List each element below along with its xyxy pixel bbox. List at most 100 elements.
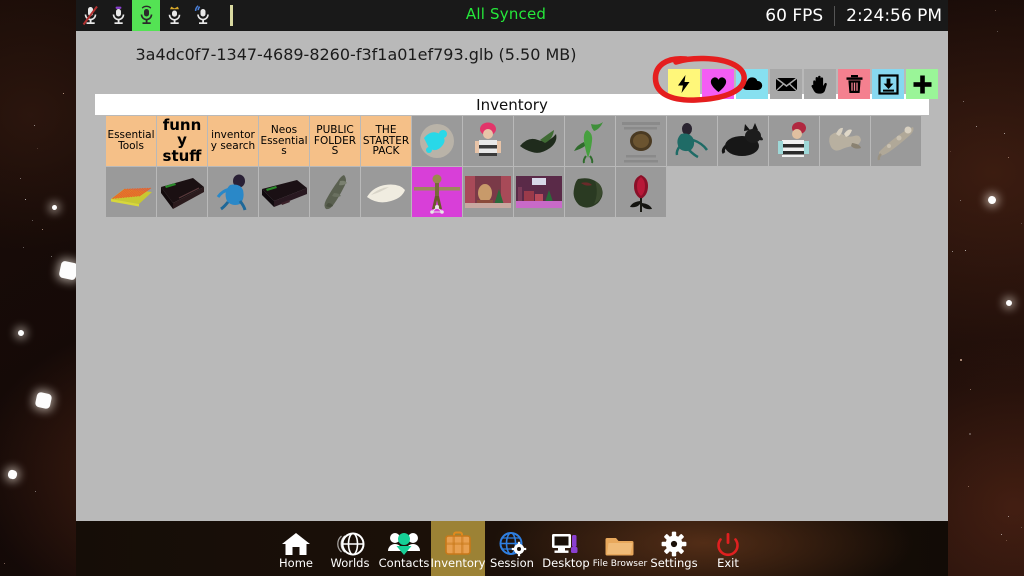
nav-item-session[interactable]: Session [485,521,539,576]
inventory-folder[interactable]: funny stuff [157,116,207,166]
inventory-folder-label: funny stuff [162,116,202,165]
nav-label-file-browser: File Browser [592,558,648,569]
inventory-item[interactable] [718,116,768,166]
globe-cyan-thumbnail [412,116,462,166]
inventory-item[interactable] [157,167,207,217]
inventory-folder[interactable]: Neos Essentials [259,116,309,166]
topbar-right-group: 60 FPS 2:24:56 PM [765,0,942,31]
inventory-folder[interactable]: Essential Tools [106,116,156,166]
app-root: All Synced 60 FPS 2:24:56 PM 3a4dc0f7-13… [0,0,1024,576]
action-toolbar [668,69,938,99]
nav-item-desktop[interactable]: Desktop [539,521,593,576]
nav-label-settings: Settings [650,556,698,571]
inventory-panel: 3a4dc0f7-1347-4689-8260-f3f1a01ef793.glb… [76,31,948,521]
cloud-button[interactable] [736,69,768,99]
download-icon [877,73,899,95]
envelope-icon [775,76,797,91]
room-scene-a-thumbnail [463,167,513,217]
gray-rifle-thumbnail [310,167,360,217]
inventory-item[interactable] [310,167,360,217]
inventory-item[interactable] [616,167,666,217]
mic-muted-icon [82,5,98,26]
inventory-item[interactable] [514,167,564,217]
top-status-bar: All Synced 60 FPS 2:24:56 PM [76,0,948,31]
cloud-icon [741,77,762,90]
coin-badge-thumbnail [616,116,666,166]
nav-label-worlds: Worlds [330,556,370,571]
inventory-folder[interactable]: PUBLIC FOLDERS [310,116,360,166]
inventory-item[interactable] [616,116,666,166]
white-blob-thumbnail [361,167,411,217]
power-icon [713,527,743,557]
inventory-folder-label: inventory search [210,129,256,152]
favorite-button[interactable] [702,69,734,99]
nav-item-worlds[interactable]: Worlds [323,521,377,576]
inventory-folder[interactable]: inventory search [208,116,258,166]
nav-item-home[interactable]: Home [269,521,323,576]
inventory-item[interactable] [412,167,462,217]
inventory-folder-label: PUBLIC FOLDERS [313,123,357,158]
nav-item-inventory[interactable]: Inventory [431,521,485,576]
metal-prop-thumbnail [820,116,870,166]
clock-label: 2:24:56 PM [846,5,942,26]
green-figure-thumbnail [565,116,615,166]
inventory-item[interactable] [514,116,564,166]
nav-item-exit[interactable]: Exit [701,521,755,576]
inventory-item[interactable] [463,116,513,166]
grab-button[interactable] [804,69,836,99]
mic-normal-button[interactable] [132,0,160,31]
save-button[interactable] [872,69,904,99]
inventory-item[interactable] [871,116,921,166]
pink-hair-character-thumbnail [463,116,513,166]
mic-broadcast-button[interactable] [160,0,188,31]
inventory-folder-label: Essential Tools [107,129,155,152]
inventory-item[interactable] [106,167,156,217]
inventory-item[interactable] [463,167,513,217]
mic-crown-icon [168,6,180,24]
inventory-folder[interactable]: THE STARTER PACK [361,116,411,166]
sync-status-label: All Synced [465,5,547,23]
mic-whisper-button[interactable] [104,0,132,31]
add-button[interactable] [906,69,938,99]
topbar-divider [230,5,233,26]
nav-label-home: Home [279,556,313,571]
inventory-grid: Essential Tools funny stuff inventory sear… [106,116,921,218]
inventory-folder-label: THE STARTER PACK [362,123,410,158]
inventory-item[interactable] [667,116,717,166]
message-button[interactable] [770,69,802,99]
dark-console-thumbnail [157,167,207,217]
mic-shout-icon [194,5,209,24]
delete-button[interactable] [838,69,870,99]
globe-worlds-icon [335,527,365,557]
contacts-people-icon [387,527,421,557]
selected-file-title: 3a4dc0f7-1347-4689-8260-f3f1a01ef793.glb… [135,45,577,64]
nav-label-contacts: Contacts [378,556,430,571]
lightning-bolt-icon [678,75,690,93]
nav-label-session: Session [490,556,534,571]
mic-muted-button[interactable] [76,0,104,31]
mic-shout-button[interactable] [188,0,216,31]
nav-item-settings[interactable]: Settings [647,521,701,576]
nav-item-file-browser[interactable]: File Browser [593,521,647,576]
bottom-navigation-bar: Home Worlds Contacts Inventory Session D… [76,521,948,576]
red-cap-character-thumbnail [769,116,819,166]
inventory-item[interactable] [361,167,411,217]
trash-icon [846,75,862,93]
inventory-folder-label: Neos Essentials [260,123,308,158]
inventory-item[interactable] [769,116,819,166]
lightning-button[interactable] [668,69,700,99]
inventory-item[interactable] [820,116,870,166]
nav-label-exit: Exit [717,556,739,571]
inventory-item[interactable] [259,167,309,217]
hand-icon [811,75,827,94]
inventory-item[interactable] [208,167,258,217]
nav-item-contacts[interactable]: Contacts [377,521,431,576]
teal-crawling-figure-thumbnail [667,116,717,166]
home-icon [281,527,311,557]
inventory-item[interactable] [565,116,615,166]
inventory-item[interactable] [565,167,615,217]
inventory-item[interactable] [412,116,462,166]
globe-gear-icon [497,527,527,557]
fps-counter: 60 FPS [765,5,824,26]
nav-label-inventory: Inventory [430,556,486,571]
